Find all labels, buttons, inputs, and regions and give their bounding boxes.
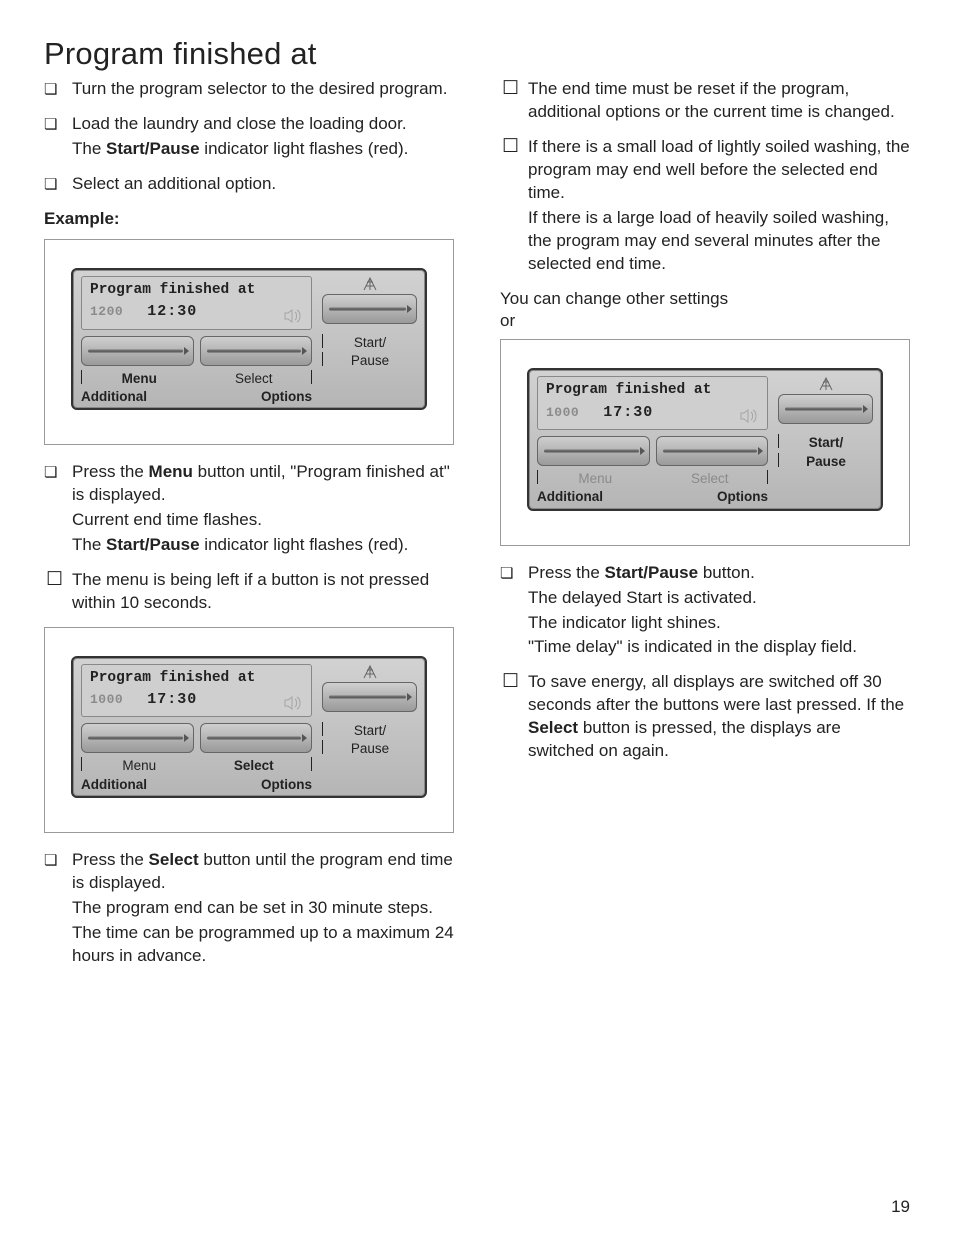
bullet-icon: ❏ — [44, 173, 72, 198]
lcd-spin: 1000 — [90, 691, 123, 709]
start-label: Start/ — [323, 334, 417, 352]
select-label: Select — [197, 757, 312, 775]
step: ❏ Press the Start/Pause button. The dela… — [500, 562, 910, 662]
step: ❏ Load the laundry and close the loading… — [44, 113, 454, 163]
lcd-screen: Program finished at 1000 17:30 — [537, 376, 768, 430]
lcd-title: Program finished at — [546, 381, 759, 401]
note-icon: ☐ — [44, 569, 72, 617]
step-text: Select an additional option. — [72, 173, 454, 196]
lcd-spin: 1000 — [546, 404, 579, 422]
step-text: Press the Start/Pause button. — [528, 562, 910, 585]
step-text: The delayed Start is activated. — [528, 587, 910, 610]
page-number: 19 — [891, 1197, 910, 1217]
speaker-icon — [283, 309, 303, 323]
start-label: Start/ — [323, 722, 417, 740]
lcd-time: 17:30 — [603, 403, 653, 423]
options-label: Options — [197, 776, 313, 794]
bullet-icon: ❏ — [44, 113, 72, 163]
note: ☐ To save energy, all displays are switc… — [500, 671, 910, 765]
additional-label: Additional — [81, 776, 197, 794]
step: ❏ Press the Menu button until, "Program … — [44, 461, 454, 559]
right-column: ☐ The end time must be reset if the prog… — [500, 78, 910, 980]
pause-label: Pause — [779, 453, 873, 471]
pause-label: Pause — [323, 740, 417, 758]
note-text: The menu is being left if a button is no… — [72, 569, 454, 615]
step: ❏ Select an additional option. — [44, 173, 454, 198]
note-text: The end time must be reset if the progra… — [528, 78, 910, 124]
bullet-icon: ❏ — [44, 461, 72, 559]
note-icon: ☐ — [500, 671, 528, 765]
step-text: The Start/Pause indicator light flashes … — [72, 138, 454, 161]
note-text: To save energy, all displays are switche… — [528, 671, 910, 763]
lcd-time: 17:30 — [147, 690, 197, 710]
options-label: Options — [197, 388, 313, 406]
note: ☐ If there is a small load of lightly so… — [500, 136, 910, 278]
lcd-screen: Program finished at 1200 12:30 — [81, 276, 312, 330]
rinse-hold-icon — [322, 276, 417, 292]
lcd-spin: 1200 — [90, 303, 123, 321]
note: ☐ The menu is being left if a button is … — [44, 569, 454, 617]
start-label: Start/ — [779, 434, 873, 452]
rinse-hold-icon — [322, 664, 417, 680]
lcd-title: Program finished at — [90, 281, 303, 301]
step-text: The time can be programmed up to a maxim… — [72, 922, 454, 968]
lcd-screen: Program finished at 1000 17:30 — [81, 664, 312, 718]
pause-label: Pause — [323, 352, 417, 370]
step: ❏ Press the Select button until the prog… — [44, 849, 454, 970]
step-text: Turn the program selector to the desired… — [72, 78, 454, 101]
change-settings-or: or — [500, 310, 910, 333]
lcd-title: Program finished at — [90, 669, 303, 689]
select-button[interactable] — [200, 723, 313, 753]
step-text: The Start/Pause indicator light flashes … — [72, 534, 454, 557]
menu-button[interactable] — [81, 336, 194, 366]
select-button[interactable] — [200, 336, 313, 366]
menu-label: Menu — [82, 370, 197, 388]
select-label: Select — [197, 370, 312, 388]
lcd-time: 12:30 — [147, 302, 197, 322]
display-panel-2: Program finished at 1000 17:30 Menu — [44, 627, 454, 833]
bullet-icon: ❏ — [500, 562, 528, 662]
bullet-icon: ❏ — [44, 78, 72, 103]
display-panel-1: Program finished at 1200 12:30 Menu — [44, 239, 454, 445]
additional-label: Additional — [81, 388, 197, 406]
menu-button[interactable] — [537, 436, 650, 466]
note-icon: ☐ — [500, 78, 528, 126]
step-text: Load the laundry and close the loading d… — [72, 113, 454, 136]
note-icon: ☐ — [500, 136, 528, 278]
note-text: If there is a small load of lightly soil… — [528, 136, 910, 205]
note-text: If there is a large load of heavily soil… — [528, 207, 910, 276]
menu-button[interactable] — [81, 723, 194, 753]
page-title: Program finished at — [44, 36, 910, 72]
menu-label: Menu — [538, 470, 653, 488]
example-label: Example: — [44, 208, 454, 231]
speaker-icon — [739, 409, 759, 423]
step-text: The program end can be set in 30 minute … — [72, 897, 454, 920]
menu-label: Menu — [82, 757, 197, 775]
step: ❏ Turn the program selector to the desir… — [44, 78, 454, 103]
step-text: Press the Select button until the progra… — [72, 849, 454, 895]
note: ☐ The end time must be reset if the prog… — [500, 78, 910, 126]
change-settings-line: You can change other settings — [500, 288, 910, 311]
options-label: Options — [653, 488, 769, 506]
additional-label: Additional — [537, 488, 653, 506]
start-pause-button[interactable] — [778, 394, 873, 424]
left-column: ❏ Turn the program selector to the desir… — [44, 78, 454, 980]
speaker-icon — [283, 696, 303, 710]
select-button[interactable] — [656, 436, 769, 466]
step-text: The indicator light shines. — [528, 612, 910, 635]
step-text: Press the Menu button until, "Program fi… — [72, 461, 454, 507]
start-pause-button[interactable] — [322, 294, 417, 324]
bullet-icon: ❏ — [44, 849, 72, 970]
select-label: Select — [653, 470, 768, 488]
display-panel-3: Program finished at 1000 17:30 Menu — [500, 339, 910, 545]
rinse-hold-icon — [778, 376, 873, 392]
step-text: "Time delay" is indicated in the display… — [528, 636, 910, 659]
step-text: Current end time flashes. — [72, 509, 454, 532]
start-pause-button[interactable] — [322, 682, 417, 712]
